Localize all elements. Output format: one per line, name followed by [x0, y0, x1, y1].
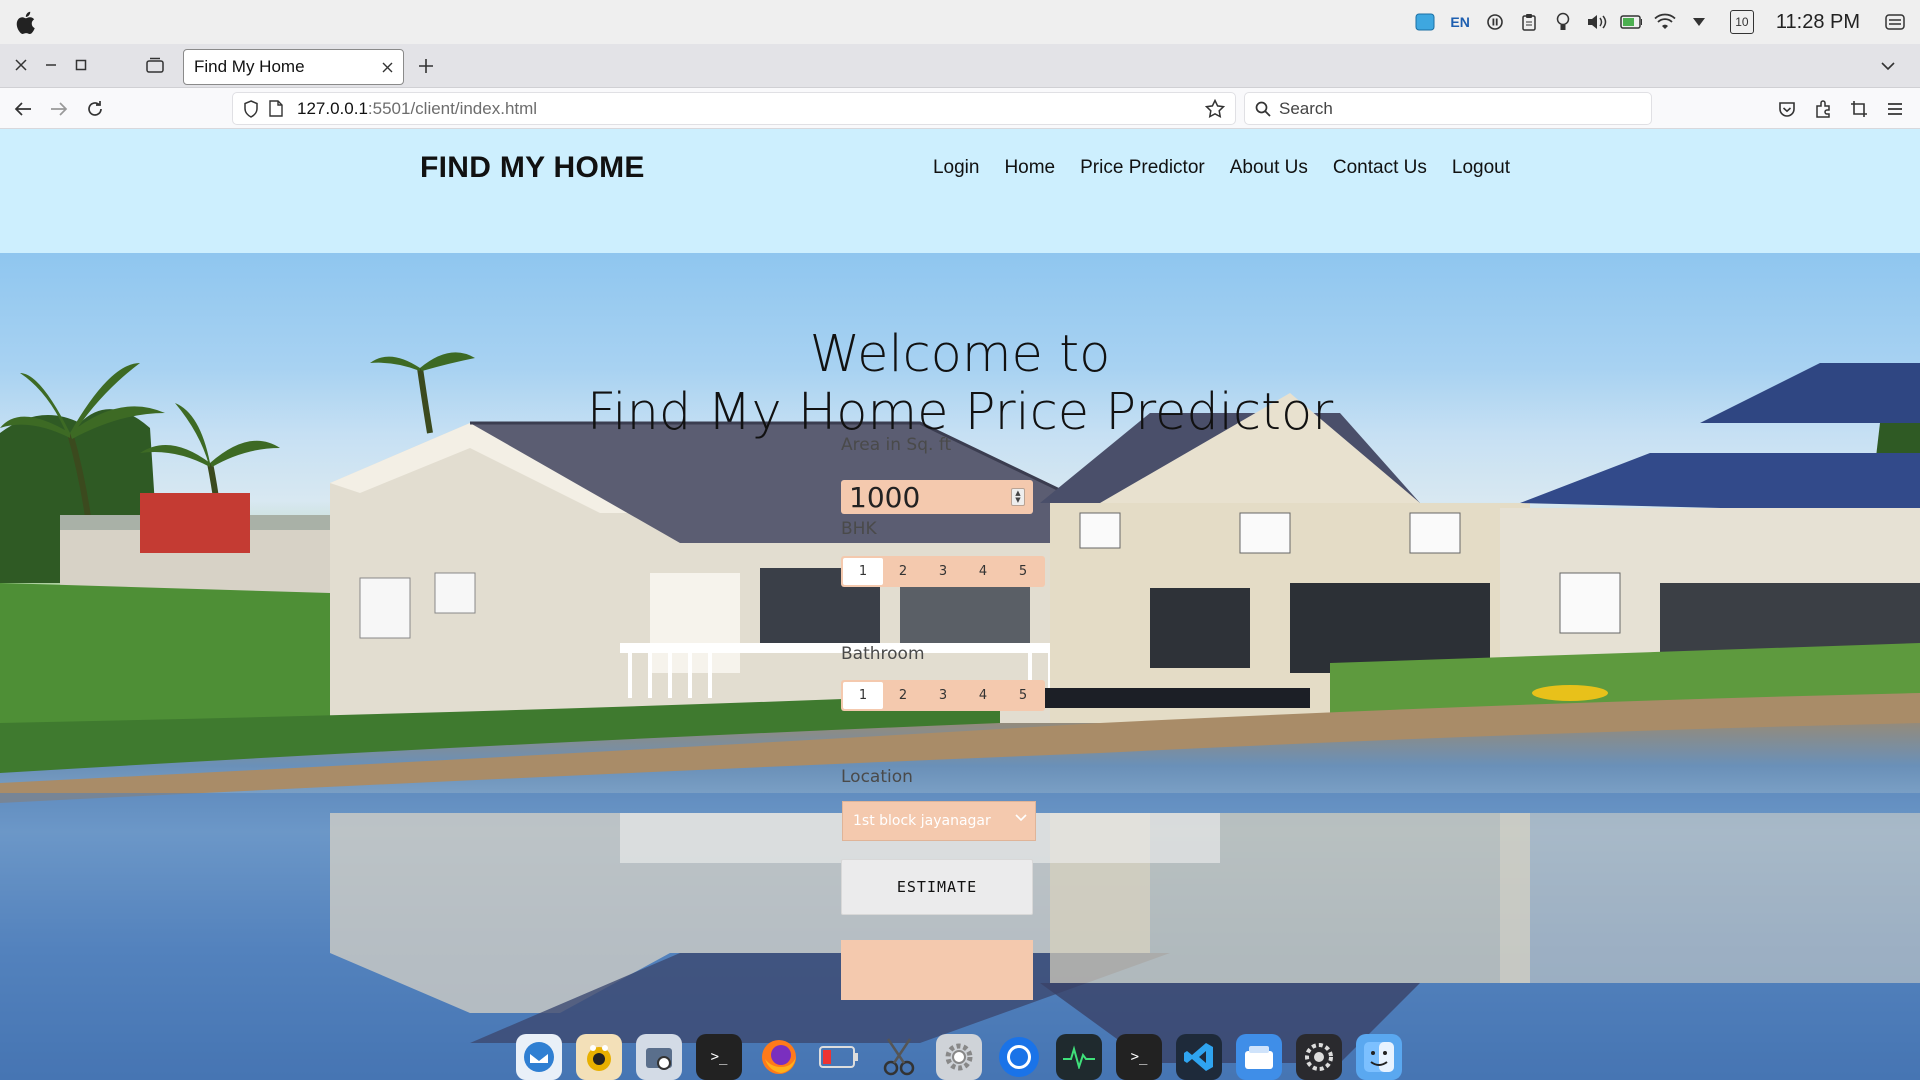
- pause-icon[interactable]: [1484, 11, 1506, 33]
- bath-option-5[interactable]: 5: [1003, 682, 1043, 709]
- chevron-down-icon: [1015, 814, 1027, 822]
- bhk-option-2[interactable]: 2: [883, 558, 923, 585]
- window-maximize-icon[interactable]: [70, 54, 92, 76]
- bath-option-1[interactable]: 1: [843, 682, 883, 709]
- forward-icon[interactable]: [46, 96, 72, 122]
- url-path: :5501/client/index.html: [367, 98, 538, 118]
- reload-icon[interactable]: [82, 96, 108, 122]
- calendar-icon[interactable]: 10: [1729, 10, 1754, 34]
- battery-app-icon[interactable]: [816, 1034, 862, 1080]
- terminal2-icon[interactable]: >_: [1116, 1034, 1162, 1080]
- browser-tab-strip: Find My Home: [0, 44, 1920, 88]
- hero-section: Welcome to Find My Home Price Predictor …: [0, 253, 1920, 1080]
- nav-contact-us[interactable]: Contact Us: [1333, 157, 1427, 179]
- area-label: Area in Sq. ft: [841, 435, 952, 455]
- crop-icon[interactable]: [1846, 96, 1872, 122]
- page-icon[interactable]: [269, 100, 283, 117]
- apple-logo-icon[interactable]: [14, 10, 40, 36]
- location-label: Location: [841, 767, 913, 787]
- area-value: 1000: [849, 480, 921, 514]
- location-value: 1st block jayanagar: [853, 813, 991, 829]
- shield-icon[interactable]: [243, 99, 259, 118]
- search-input[interactable]: [1279, 98, 1619, 119]
- bhk-option-3[interactable]: 3: [923, 558, 963, 585]
- site-nav: Login Home Price Predictor About Us Cont…: [933, 157, 1510, 179]
- volume-icon[interactable]: [1586, 11, 1608, 33]
- thunderbird-icon[interactable]: [516, 1034, 562, 1080]
- nav-home[interactable]: Home: [1004, 157, 1055, 179]
- extensions-icon[interactable]: [1810, 96, 1836, 122]
- vscode-icon[interactable]: [1176, 1034, 1222, 1080]
- dropdown-triangle-icon[interactable]: [1688, 11, 1710, 33]
- area-input[interactable]: 1000 ▲ ▼: [841, 480, 1033, 514]
- bathroom-selector: 1 2 3 4 5: [841, 680, 1045, 711]
- language-indicator[interactable]: EN: [1448, 11, 1471, 33]
- bhk-option-5[interactable]: 5: [1003, 558, 1043, 585]
- back-icon[interactable]: [10, 96, 36, 122]
- site-brand[interactable]: FIND MY HOME: [420, 151, 645, 185]
- new-tab-icon[interactable]: [414, 54, 438, 78]
- nav-logout[interactable]: Logout: [1452, 157, 1510, 179]
- settings-icon[interactable]: [936, 1034, 982, 1080]
- tab-title: Find My Home: [194, 57, 305, 76]
- bath-option-3[interactable]: 3: [923, 682, 963, 709]
- number-spinner-icon[interactable]: ▲ ▼: [1011, 488, 1025, 506]
- window-minimize-icon[interactable]: [40, 54, 62, 76]
- firefox-icon[interactable]: [756, 1034, 802, 1080]
- clipboard-icon[interactable]: [1518, 11, 1540, 33]
- window-close-icon[interactable]: [10, 54, 32, 76]
- lightbulb-icon[interactable]: [1552, 11, 1574, 33]
- screenshot-icon[interactable]: [636, 1034, 682, 1080]
- search-icon: [1255, 101, 1271, 117]
- status-tray: EN 10 11:28 PM: [1408, 0, 1920, 44]
- tab-close-icon[interactable]: [382, 62, 393, 73]
- bhk-option-4[interactable]: 4: [963, 558, 1003, 585]
- screen-icon[interactable]: [1414, 11, 1436, 33]
- photo-booth-icon[interactable]: [576, 1034, 622, 1080]
- estimate-button[interactable]: ESTIMATE: [841, 859, 1033, 915]
- dock: >_ >_: [516, 1030, 1402, 1080]
- nav-price-predictor[interactable]: Price Predictor: [1080, 157, 1205, 179]
- url-bar[interactable]: 127.0.0.1:5501/client/index.html: [232, 92, 1236, 125]
- chrome-icon[interactable]: [996, 1034, 1042, 1080]
- tab-overview-icon[interactable]: [144, 54, 166, 76]
- pocket-icon[interactable]: [1774, 96, 1800, 122]
- finder-icon[interactable]: [1356, 1034, 1402, 1080]
- nav-login[interactable]: Login: [933, 157, 980, 179]
- wifi-icon[interactable]: [1654, 11, 1676, 33]
- estimated-price-box: [841, 940, 1033, 1000]
- hero-title-line2: Find My Home Price Predictor: [586, 383, 1334, 442]
- bath-option-2[interactable]: 2: [883, 682, 923, 709]
- system-preferences-icon[interactable]: [1296, 1034, 1342, 1080]
- calendar-day: 10: [1735, 15, 1749, 29]
- menu-icon[interactable]: [1882, 96, 1908, 122]
- nav-about-us[interactable]: About Us: [1230, 157, 1308, 179]
- bhk-label: BHK: [841, 519, 877, 539]
- notification-icon[interactable]: [1884, 11, 1906, 33]
- web-page: FIND MY HOME Login Home Price Predictor …: [0, 129, 1920, 1080]
- site-header: FIND MY HOME Login Home Price Predictor …: [0, 129, 1920, 253]
- terminal-icon[interactable]: >_: [696, 1034, 742, 1080]
- bookmark-star-icon[interactable]: [1205, 99, 1225, 119]
- system-menu-bar: EN 10 11:28 PM: [0, 0, 1920, 44]
- bhk-selector: 1 2 3 4 5: [841, 556, 1045, 587]
- scissors-icon[interactable]: [876, 1034, 922, 1080]
- app-store-icon[interactable]: [1236, 1034, 1282, 1080]
- bathroom-label: Bathroom: [841, 644, 925, 664]
- hero-title-line1: Welcome to: [809, 325, 1111, 384]
- tab-find-my-home[interactable]: Find My Home: [183, 49, 404, 85]
- activity-monitor-icon[interactable]: [1056, 1034, 1102, 1080]
- location-select[interactable]: 1st block jayanagar: [842, 801, 1036, 841]
- list-all-tabs-icon[interactable]: [1876, 54, 1900, 78]
- battery-icon[interactable]: [1620, 11, 1642, 33]
- bhk-option-1[interactable]: 1: [843, 558, 883, 585]
- url-host: 127.0.0.1: [297, 98, 368, 118]
- clock[interactable]: 11:28 PM: [1776, 11, 1860, 34]
- bath-option-4[interactable]: 4: [963, 682, 1003, 709]
- search-bar[interactable]: [1244, 92, 1652, 125]
- browser-nav-bar: 127.0.0.1:5501/client/index.html: [0, 88, 1920, 129]
